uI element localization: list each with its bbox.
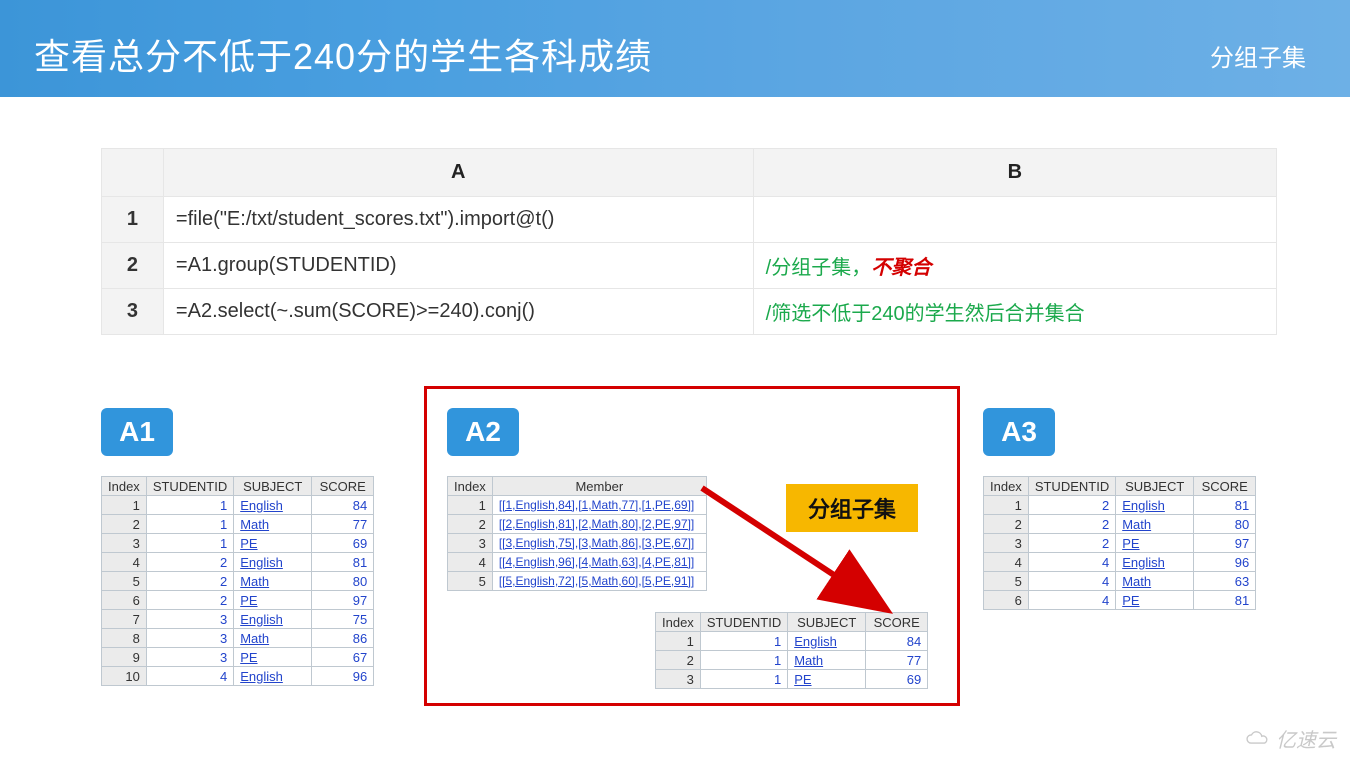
table-row: 1[[1,English,84],[1,Math,77],[1,PE,69]]	[448, 496, 707, 515]
slide-title: 查看总分不低于240分的学生各科成绩	[34, 28, 652, 80]
code-cell-b	[753, 197, 1276, 243]
badge-a2: A2	[447, 408, 519, 456]
col-header: SUBJECT	[1116, 477, 1194, 496]
code-corner	[102, 149, 164, 197]
table-row: 62PE97	[102, 591, 374, 610]
table-row: 4[[4,English,96],[4,Math,63],[4,PE,81]]	[448, 553, 707, 572]
table-row: 2[[2,English,81],[2,Math,80],[2,PE,97]]	[448, 515, 707, 534]
a2-sub-table: IndexSTUDENTIDSUBJECTSCORE 11English8421…	[655, 612, 928, 689]
slide-header: 查看总分不低于240分的学生各科成绩 分组子集	[0, 0, 1350, 97]
code-cell-a: =file("E:/txt/student_scores.txt").impor…	[163, 197, 753, 243]
table-row: 31PE69	[102, 534, 374, 553]
table-row: 31PE69	[656, 670, 928, 689]
code-rownum: 1	[102, 197, 164, 243]
a2-member-table: IndexMember 1[[1,English,84],[1,Math,77]…	[447, 476, 707, 591]
table-row: 12English81	[984, 496, 1256, 515]
code-col-a: A	[163, 149, 753, 197]
table-row: 83Math86	[102, 629, 374, 648]
code-table: A B 1=file("E:/txt/student_scores.txt").…	[101, 148, 1277, 335]
col-header: Index	[984, 477, 1029, 496]
badge-a3: A3	[983, 408, 1055, 456]
table-row: 64PE81	[984, 591, 1256, 610]
table-row: 54Math63	[984, 572, 1256, 591]
cloud-icon	[1244, 730, 1270, 748]
table-row: 32PE97	[984, 534, 1256, 553]
group-subset-label: 分组子集	[786, 484, 918, 532]
code-cell-a: =A2.select(~.sum(SCORE)>=240).conj()	[163, 289, 753, 335]
col-header: SCORE	[312, 477, 374, 496]
col-header: Index	[102, 477, 147, 496]
col-header: STUDENTID	[1028, 477, 1115, 496]
col-header: Index	[448, 477, 493, 496]
slide-tag: 分组子集	[1210, 38, 1306, 73]
col-header: SCORE	[1194, 477, 1256, 496]
table-row: 22Math80	[984, 515, 1256, 534]
code-col-b: B	[753, 149, 1276, 197]
col-header: STUDENTID	[700, 613, 787, 632]
table-row: 3[[3,English,75],[3,Math,86],[3,PE,67]]	[448, 534, 707, 553]
table-row: 52Math80	[102, 572, 374, 591]
table-row: 21Math77	[656, 651, 928, 670]
code-cell-b: /筛选不低于240的学生然后合并集合	[753, 289, 1276, 335]
col-header: SCORE	[866, 613, 928, 632]
code-cell-a: =A1.group(STUDENTID)	[163, 243, 753, 289]
watermark-text: 亿速云	[1276, 724, 1336, 753]
table-row: 42English81	[102, 553, 374, 572]
table-row: 73English75	[102, 610, 374, 629]
table-row: 21Math77	[102, 515, 374, 534]
a1-table: IndexSTUDENTIDSUBJECTSCORE 11English8421…	[101, 476, 374, 686]
watermark: 亿速云	[1244, 724, 1336, 753]
badge-a1: A1	[101, 408, 173, 456]
col-header: STUDENTID	[146, 477, 233, 496]
table-row: 11English84	[102, 496, 374, 515]
table-row: 11English84	[656, 632, 928, 651]
table-row: 44English96	[984, 553, 1256, 572]
col-header: SUBJECT	[788, 613, 866, 632]
code-rownum: 3	[102, 289, 164, 335]
slide: 查看总分不低于240分的学生各科成绩 分组子集 A B 1=file("E:/t…	[0, 0, 1350, 759]
table-row: 104English96	[102, 667, 374, 686]
col-header: Index	[656, 613, 701, 632]
col-header: Member	[492, 477, 706, 496]
col-header: SUBJECT	[234, 477, 312, 496]
table-row: 5[[5,English,72],[5,Math,60],[5,PE,91]]	[448, 572, 707, 591]
table-row: 93PE67	[102, 648, 374, 667]
code-rownum: 2	[102, 243, 164, 289]
a3-table: IndexSTUDENTIDSUBJECTSCORE 12English8122…	[983, 476, 1256, 610]
code-cell-b: /分组子集，不聚合	[753, 243, 1276, 289]
